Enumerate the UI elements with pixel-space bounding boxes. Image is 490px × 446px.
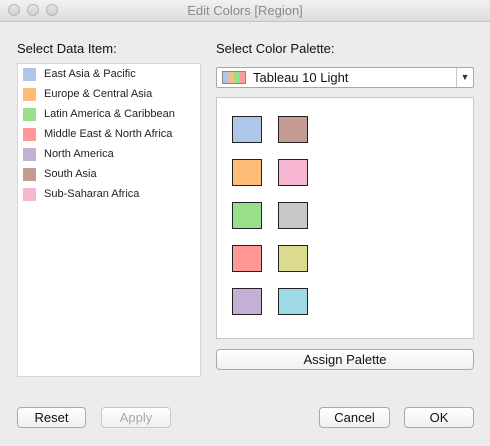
color-swatch: [23, 67, 36, 81]
palette-swatch[interactable]: [232, 202, 262, 229]
dropdown-arrow-icon[interactable]: ▼: [456, 68, 473, 87]
color-swatch: [23, 147, 36, 161]
list-item[interactable]: Sub-Saharan Africa: [18, 184, 200, 204]
list-item[interactable]: East Asia & Pacific: [18, 64, 200, 84]
palette-swatch[interactable]: [232, 116, 262, 143]
list-item-label: South Asia: [44, 168, 97, 180]
list-item[interactable]: Europe & Central Asia: [18, 84, 200, 104]
list-item[interactable]: Middle East & North Africa: [18, 124, 200, 144]
ok-button[interactable]: OK: [404, 407, 474, 428]
palette-swatch[interactable]: [278, 202, 308, 229]
color-swatch: [23, 187, 36, 201]
color-swatch: [23, 107, 36, 121]
cancel-button[interactable]: Cancel: [319, 407, 390, 428]
palette-swatch[interactable]: [232, 288, 262, 315]
palette-swatch[interactable]: [278, 159, 308, 186]
palette-preview-icon: [222, 71, 246, 84]
reset-button[interactable]: Reset: [17, 407, 86, 428]
window-title: Edit Colors [Region]: [187, 3, 303, 18]
list-item-label: Sub-Saharan Africa: [44, 188, 140, 200]
palette-swatch[interactable]: [278, 288, 308, 315]
title-bar: Edit Colors [Region]: [0, 0, 490, 22]
apply-button: Apply: [101, 407, 171, 428]
list-item-label: Middle East & North Africa: [44, 128, 173, 140]
palette-dropdown-value: Tableau 10 Light: [253, 70, 349, 85]
palette-swatch[interactable]: [278, 245, 308, 272]
palette-swatch[interactable]: [232, 245, 262, 272]
color-swatch: [23, 167, 36, 181]
palette-swatch[interactable]: [232, 159, 262, 186]
data-item-list: East Asia & Pacific Europe & Central Asi…: [17, 63, 201, 377]
assign-palette-button[interactable]: Assign Palette: [216, 349, 474, 370]
list-item-label: Europe & Central Asia: [44, 88, 153, 100]
list-item-label: East Asia & Pacific: [44, 68, 136, 80]
palette-dropdown[interactable]: Tableau 10 Light ▼: [216, 67, 474, 88]
list-item[interactable]: South Asia: [18, 164, 200, 184]
color-swatch: [23, 87, 36, 101]
list-item[interactable]: North America: [18, 144, 200, 164]
color-swatch: [23, 127, 36, 141]
palette-swatch-grid: [216, 97, 474, 339]
list-item-label: Latin America & Caribbean: [44, 108, 175, 120]
list-item[interactable]: Latin America & Caribbean: [18, 104, 200, 124]
list-item-label: North America: [44, 148, 114, 160]
palette-swatch[interactable]: [278, 116, 308, 143]
select-color-palette-label: Select Color Palette:: [216, 41, 335, 56]
select-data-item-label: Select Data Item:: [17, 41, 117, 56]
